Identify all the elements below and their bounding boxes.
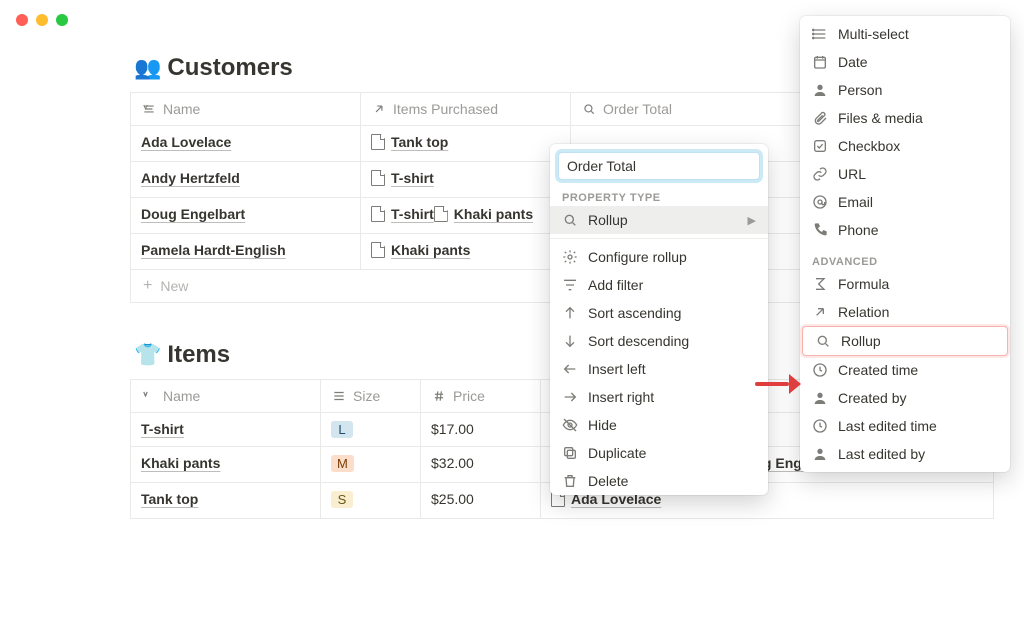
page-icon <box>371 170 385 186</box>
items-emoji: 👕 <box>134 342 161 368</box>
date-icon <box>812 54 828 70</box>
section-label-advanced: ADVANCED <box>800 252 1010 270</box>
type-option-created-time[interactable]: Created time <box>800 356 1010 384</box>
duplicate-icon <box>562 445 578 461</box>
sort-ascending[interactable]: Sort ascending <box>550 299 768 327</box>
page-icon <box>371 242 385 258</box>
checkbox-icon <box>812 138 828 154</box>
page-icon <box>371 134 385 150</box>
property-type-list-popover: Multi-selectDatePersonFiles & mediaCheck… <box>800 16 1010 472</box>
type-option-rollup[interactable]: Rollup <box>802 326 1008 356</box>
arrow-up-icon <box>562 305 578 321</box>
arrow-down-icon <box>562 333 578 349</box>
email-icon <box>812 194 828 210</box>
last-edited-by-icon <box>812 446 828 462</box>
customers-emoji: 👥 <box>134 55 161 81</box>
property-name-input[interactable]: Order Total <box>558 152 760 180</box>
number-icon <box>431 388 447 404</box>
type-option-files[interactable]: Files & media <box>800 104 1010 132</box>
insert-right[interactable]: Insert right <box>550 383 768 411</box>
delete-property[interactable]: Delete <box>550 467 768 495</box>
items-title-text: Items <box>167 341 230 369</box>
type-option-email[interactable]: Email <box>800 188 1010 216</box>
window-traffic-lights <box>16 14 68 26</box>
type-option-created-by[interactable]: Created by <box>800 384 1010 412</box>
multi-select-icon <box>812 26 828 42</box>
col-header-name[interactable]: Name <box>131 93 361 126</box>
type-option-last-edited-time[interactable]: Last edited time <box>800 412 1010 440</box>
items-col-price[interactable]: Price <box>421 380 541 413</box>
type-option-relation[interactable]: Relation <box>800 298 1010 326</box>
rollup-search-icon <box>581 101 597 117</box>
created-time-icon <box>812 362 828 378</box>
customers-title-text: Customers <box>167 54 292 82</box>
type-option-person[interactable]: Person <box>800 76 1010 104</box>
type-option-date[interactable]: Date <box>800 48 1010 76</box>
rollup-icon <box>815 333 831 349</box>
text-icon <box>141 388 157 404</box>
gear-icon <box>562 249 578 265</box>
items-col-name[interactable]: Name <box>131 380 321 413</box>
property-menu-popover: Order Total PROPERTY TYPE Rollup ▶ Confi… <box>550 144 768 495</box>
person-icon <box>812 82 828 98</box>
eye-off-icon <box>562 417 578 433</box>
filter-icon <box>562 277 578 293</box>
type-option-last-edited-by[interactable]: Last edited by <box>800 440 1010 468</box>
page-icon <box>434 206 448 222</box>
add-filter[interactable]: Add filter <box>550 271 768 299</box>
sort-descending[interactable]: Sort descending <box>550 327 768 355</box>
insert-left[interactable]: Insert left <box>550 355 768 383</box>
configure-rollup[interactable]: Configure rollup <box>550 243 768 271</box>
text-icon <box>141 101 157 117</box>
relation-icon <box>812 304 828 320</box>
arrow-left-icon <box>562 361 578 377</box>
url-icon <box>812 166 828 182</box>
files-icon <box>812 110 828 126</box>
trash-icon <box>562 473 578 489</box>
hide-property[interactable]: Hide <box>550 411 768 439</box>
last-edited-time-icon <box>812 418 828 434</box>
type-option-formula[interactable]: Formula <box>800 270 1010 298</box>
phone-icon <box>812 222 828 238</box>
annotation-arrow <box>755 374 801 394</box>
type-option-phone[interactable]: Phone <box>800 216 1010 244</box>
duplicate-property[interactable]: Duplicate <box>550 439 768 467</box>
select-icon <box>331 388 347 404</box>
type-option-checkbox[interactable]: Checkbox <box>800 132 1010 160</box>
col-header-items-purchased[interactable]: Items Purchased <box>361 93 571 126</box>
formula-icon <box>812 276 828 292</box>
relation-icon <box>371 101 387 117</box>
arrow-right-icon <box>562 389 578 405</box>
created-by-icon <box>812 390 828 406</box>
rollup-search-icon <box>562 212 578 228</box>
section-label-property-type: PROPERTY TYPE <box>550 188 768 206</box>
items-col-size[interactable]: Size <box>321 380 421 413</box>
property-type-selected[interactable]: Rollup ▶ <box>550 206 768 234</box>
minimize-window-dot[interactable] <box>36 14 48 26</box>
page-icon <box>371 206 385 222</box>
type-option-url[interactable]: URL <box>800 160 1010 188</box>
plus-icon: + <box>143 278 152 294</box>
chevron-right-icon: ▶ <box>748 214 756 227</box>
maximize-window-dot[interactable] <box>56 14 68 26</box>
type-option-multi-select[interactable]: Multi-select <box>800 20 1010 48</box>
close-window-dot[interactable] <box>16 14 28 26</box>
